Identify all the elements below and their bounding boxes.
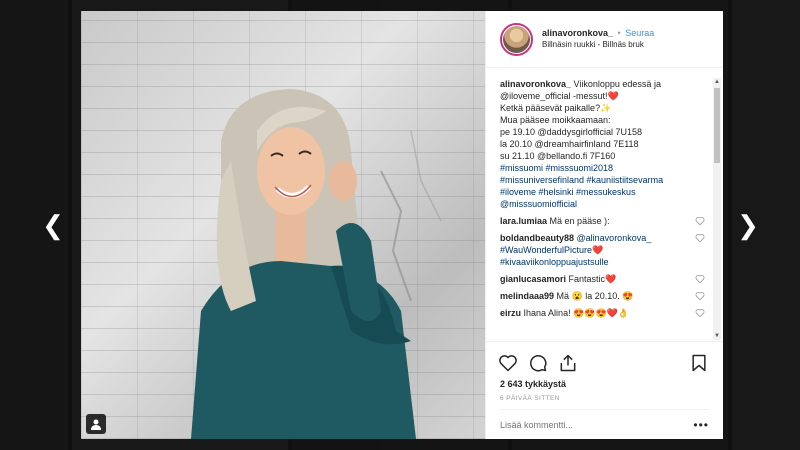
caption-mention[interactable]: @misssuomiofficial — [500, 198, 705, 210]
next-post-arrow-icon[interactable]: ❯ — [737, 212, 759, 238]
comment-username[interactable]: lara.lumiaa — [500, 216, 547, 226]
comment-heart-icon[interactable] — [695, 308, 705, 318]
comment-text: Mä 😮 la 20.10. 😍 — [556, 291, 634, 301]
woman-portrait-illustration — [191, 89, 442, 439]
comment-item: gianlucasamori Fantastic❤️ — [500, 273, 705, 285]
comment-heart-icon[interactable] — [695, 274, 705, 284]
post-photo[interactable] — [81, 11, 485, 439]
comment-text: Ihana Alina! 😍😍😍❤️👌 — [523, 308, 630, 318]
comment-username[interactable]: eirzu — [500, 308, 521, 318]
comment-item: eirzu Ihana Alina! 😍😍😍❤️👌 — [500, 307, 705, 319]
separator-dot: • — [617, 27, 621, 38]
post-timestamp: 6 PÄIVÄÄ SITTEN — [500, 395, 560, 402]
caption-line: Viikonloppu edessä ja — [573, 79, 661, 89]
bookmark-icon[interactable] — [689, 353, 709, 373]
share-icon[interactable] — [558, 353, 578, 373]
avatar[interactable] — [500, 22, 533, 56]
user-icon — [91, 419, 101, 430]
caption-hashtags[interactable]: #missuomi #misssuomi2018 — [500, 162, 705, 174]
more-options-icon[interactable]: ••• — [693, 418, 709, 432]
scroll-down-arrow-icon[interactable]: ▼ — [713, 332, 721, 340]
scroll-thumb[interactable] — [714, 88, 720, 163]
caption-line: Mua pääsee moikkaamaan: — [500, 115, 611, 125]
comment-item: lara.lumiaa Mä en pääse ): — [500, 215, 705, 227]
post-side-panel: alinavoronkova_ • Seuraa Billnäsin ruukk… — [485, 11, 723, 439]
comment-item: melindaaa99 Mä 😮 la 20.10. 😍 — [500, 290, 705, 302]
caption-line: su 21.10 @bellando.fi 7F160 — [500, 151, 616, 161]
comment-username[interactable]: gianlucasamori — [500, 274, 566, 284]
comment-heart-icon[interactable] — [695, 291, 705, 301]
scroll-up-arrow-icon[interactable]: ▲ — [713, 78, 721, 86]
post-header: alinavoronkova_ • Seuraa Billnäsin ruukk… — [486, 11, 723, 68]
previous-post-arrow-icon[interactable]: ❮ — [42, 212, 64, 238]
post-actions-bar — [486, 341, 723, 377]
tagged-users-button[interactable] — [86, 414, 106, 434]
comments-scrollbar[interactable]: ▲ ▼ — [713, 78, 721, 340]
caption-hashtags[interactable]: #iloveme #helsinki #messukeskus — [500, 186, 705, 198]
add-comment-bar: ••• — [500, 409, 709, 439]
add-comment-input[interactable] — [500, 419, 670, 430]
comment-item: boldandbeauty88 @alinavoronkova_ #WauWon… — [500, 232, 705, 268]
comment-text: Fantastic❤️ — [568, 274, 617, 284]
comment-username[interactable]: boldandbeauty88 — [500, 233, 574, 243]
caption-line: @iloveme_official -messut!❤️ — [500, 91, 619, 101]
caption-hashtags[interactable]: #missuniversefinland #kauniistiitsevarma — [500, 174, 705, 186]
location-link[interactable]: Billnäsin ruukki - Billnäs bruk — [542, 40, 654, 50]
comment-text: Mä en pääse ): — [549, 216, 610, 226]
comments-scroll-area[interactable]: alinavoronkova_ Viikonloppu edessä ja @i… — [486, 68, 723, 341]
follow-button[interactable]: Seuraa — [625, 28, 654, 38]
caption-line: la 20.10 @dreamhairfinland 7E118 — [500, 139, 639, 149]
comment-heart-icon[interactable] — [695, 216, 705, 226]
caption-line: pe 19.10 @daddysgirlofficial 7U158 — [500, 127, 643, 137]
caption-author-link[interactable]: alinavoronkova_ — [500, 79, 571, 89]
post-caption: alinavoronkova_ Viikonloppu edessä ja @i… — [500, 78, 705, 210]
header-username-link[interactable]: alinavoronkova_ — [542, 28, 613, 38]
likes-count[interactable]: 2 643 tykkäystä — [486, 377, 723, 391]
comment-username[interactable]: melindaaa99 — [500, 291, 554, 301]
caption-line: Ketkä pääsevät paikalle?✨ — [500, 103, 612, 113]
heart-icon[interactable] — [498, 353, 518, 373]
comment-icon[interactable] — [528, 353, 548, 373]
post-modal: alinavoronkova_ • Seuraa Billnäsin ruukk… — [81, 11, 723, 439]
comment-heart-icon[interactable] — [695, 233, 705, 243]
